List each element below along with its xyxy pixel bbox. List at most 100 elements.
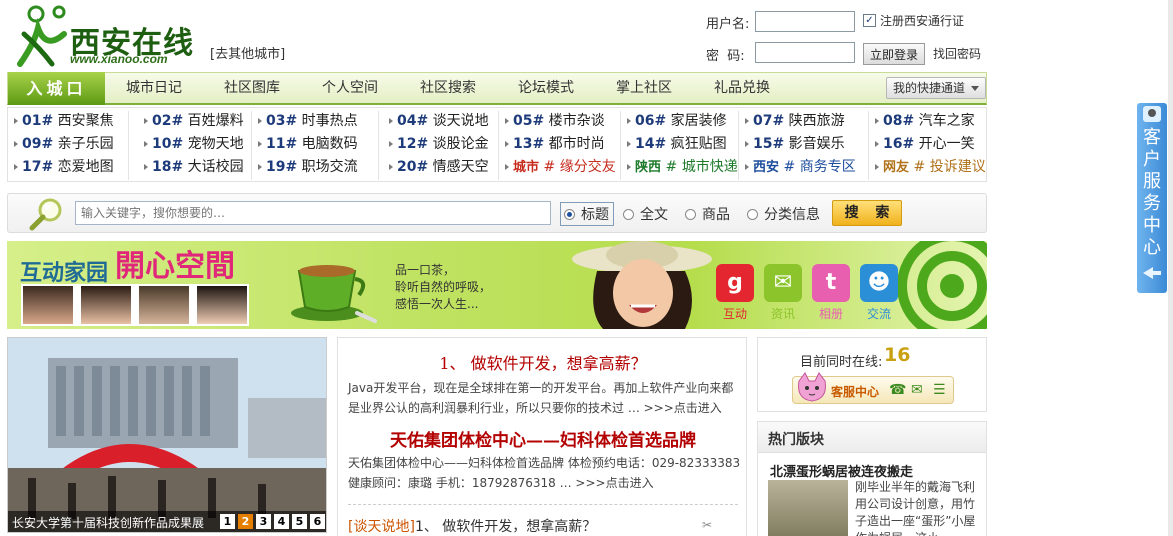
nav-item-gift-exchange[interactable]: 礼品兑换 [714, 73, 770, 104]
forgot-password-link[interactable]: 找回密码 [933, 45, 981, 62]
forum-link[interactable]: 13# 都市时尚 [505, 133, 605, 155]
forum-name: # 缘分交友 [543, 159, 616, 175]
scrollbar-track[interactable] [1168, 0, 1173, 536]
nav-item-mobile[interactable]: 掌上社区 [616, 73, 672, 104]
forum-link[interactable]: 10# 宠物天地 [144, 133, 244, 155]
forum-number: 06# [635, 113, 667, 129]
news-summary: 天佑集团体检中心——妇科体检首选品牌 体检预约电话：029-82333383 健… [348, 456, 741, 490]
forum-link[interactable]: 09# 亲子乐园 [14, 133, 114, 155]
avatar[interactable] [23, 286, 73, 324]
nav-home[interactable]: 入城口 [8, 72, 105, 105]
banner-icon-button[interactable]: ☻ 交流 [857, 264, 901, 322]
forum-link[interactable]: 西安 # 商务专区 [745, 156, 856, 178]
search-input[interactable] [75, 201, 551, 225]
forum-link[interactable]: 14# 疯狂贴图 [627, 133, 727, 155]
news-headline[interactable]: 1、 做软件开发，想拿高薪？ [338, 350, 748, 374]
forum-link[interactable]: 04# 谈天说地 [389, 110, 489, 132]
forum-tag: 城市 [513, 160, 544, 175]
nav-item-gallery[interactable]: 社区图库 [224, 73, 280, 104]
news-photo-slideshow[interactable]: 长安大学第十届科技创新作品成果展 1 2 3 4 5 6 [7, 337, 327, 533]
photo-page-2[interactable]: 2 [238, 514, 253, 529]
forum-link[interactable]: 城市 # 缘分交友 [505, 156, 616, 178]
forum-link[interactable]: 12# 谈股论金 [389, 133, 489, 155]
forum-number: 03# [266, 113, 298, 129]
header: 西安在线 www.xianoo.com [去其他城市] 用户名: ✓ 注册西安通… [0, 0, 1173, 70]
forum-link[interactable]: 15# 影音娱乐 [745, 133, 845, 155]
search-option-classified[interactable]: 分类信息 [747, 204, 820, 224]
forum-directory: 01# 西安聚焦 02# 百姓爆料 03# 时事热点 04# 谈天说地 05# 楼市杂谈… [7, 107, 987, 182]
photo-page-6[interactable]: 6 [310, 514, 325, 529]
banner-icon-button[interactable]: ✉ 资讯 [761, 264, 805, 322]
phone-icon[interactable]: ☎ [889, 382, 906, 398]
forum-name: # 城市快递 [665, 159, 738, 175]
nav-item-community-search[interactable]: 社区搜索 [420, 73, 476, 104]
logo-mark-icon [17, 5, 67, 67]
login-button[interactable]: 立即登录 [863, 43, 925, 65]
search-option-title[interactable]: 标题 [560, 202, 614, 226]
bullet-icon [745, 118, 749, 124]
forum-link[interactable]: 07# 陕西旅游 [745, 110, 845, 132]
magnifier-icon [29, 198, 62, 231]
register-label[interactable]: 注册西安通行证 [880, 12, 964, 29]
bullet-icon [505, 141, 509, 147]
forum-name: 陕西旅游 [784, 113, 845, 129]
photo-page-5[interactable]: 5 [292, 514, 307, 529]
forum-link[interactable]: 03# 时事热点 [258, 110, 358, 132]
customer-service-tab[interactable]: 客户服务中心 [1137, 103, 1167, 293]
forum-link[interactable]: 网友 # 投诉建议 [875, 156, 986, 178]
woman-photo [572, 241, 712, 329]
nav-item-personal-space[interactable]: 个人空间 [322, 73, 378, 104]
hot-post-title[interactable]: 北漂蛋形蜗居被连夜搬走 [770, 461, 913, 480]
forum-name: 楼市杂谈 [544, 113, 605, 129]
forum-link[interactable]: 02# 百姓爆料 [144, 110, 244, 132]
password-input[interactable] [755, 42, 855, 63]
forum-link[interactable]: 16# 开心一笑 [875, 133, 975, 155]
forum-link[interactable]: 18# 大话校园 [144, 156, 244, 178]
forum-link[interactable]: 01# 西安聚焦 [14, 110, 114, 132]
forum-link[interactable]: 20# 情感天空 [389, 156, 489, 178]
forum-link[interactable]: 05# 楼市杂谈 [505, 110, 605, 132]
forum-link[interactable]: 06# 家居装修 [627, 110, 727, 132]
news-title[interactable]: 1、 做软件开发，想拿高薪？ [415, 519, 596, 535]
forum-name: 情感天空 [428, 159, 489, 175]
other-city-link[interactable]: [去其他城市] [210, 43, 285, 62]
banner-icon-button[interactable]: g 互动 [713, 264, 757, 322]
chevron-down-icon [971, 86, 979, 91]
forum-name: 亲子乐园 [53, 136, 114, 152]
forum-link[interactable]: 陕西 # 城市快递 [627, 156, 738, 178]
bullet-icon [627, 141, 631, 147]
avatar[interactable] [139, 286, 189, 324]
quick-access-dropdown[interactable]: 我的快捷通道 [886, 77, 986, 99]
forum-link[interactable]: 08# 汽车之家 [875, 110, 975, 132]
happy-space-banner[interactable]: 互动家园 開心空間 品一口茶， 聆听自然的呼吸， 感悟一次人生... g 互动 ✉ 资… [7, 241, 987, 329]
forum-link[interactable]: 17# 恋爱地图 [14, 156, 114, 178]
avatar[interactable] [81, 286, 131, 324]
forum-link[interactable]: 11# 电脑数码 [258, 133, 358, 155]
bullet-icon [505, 164, 509, 170]
list-icon[interactable]: ☰ [933, 382, 946, 398]
news-headline[interactable]: 天佑集团体检中心——妇科体检首选品牌 [338, 426, 748, 451]
username-input[interactable] [755, 11, 855, 32]
nav-item-city-diary[interactable]: 城市日记 [126, 73, 182, 104]
hot-boards-title: 热门版块 [768, 432, 824, 448]
news-list-item[interactable]: [谈天说地]1、 做软件开发，想拿高薪？ [348, 516, 596, 536]
news-category[interactable]: [谈天说地] [348, 519, 415, 535]
photo-page-3[interactable]: 3 [256, 514, 271, 529]
search-option-fulltext[interactable]: 全文 [623, 204, 668, 224]
forum-name: 恋爱地图 [53, 159, 114, 175]
banner-icon-label: 相册 [818, 307, 843, 321]
customer-service-button[interactable]: 客服中心 ☎ ✉ ☰ [792, 372, 954, 404]
photo-page-1[interactable]: 1 [220, 514, 235, 529]
hot-post-image[interactable] [768, 480, 848, 536]
avatar[interactable] [197, 286, 247, 324]
nav-item-forum-mode[interactable]: 论坛模式 [518, 73, 574, 104]
mail-icon[interactable]: ✉ [911, 382, 923, 398]
search-button[interactable]: 搜 索 [832, 200, 902, 226]
register-checkbox[interactable]: ✓ [863, 14, 876, 27]
username-label: 用户名: [706, 17, 750, 32]
site-logo[interactable]: 西安在线 www.xianoo.com [16, 4, 196, 68]
banner-icon-button[interactable]: t 相册 [809, 264, 853, 322]
photo-page-4[interactable]: 4 [274, 514, 289, 529]
forum-link[interactable]: 19# 职场交流 [258, 156, 358, 178]
search-option-goods[interactable]: 商品 [685, 204, 730, 224]
